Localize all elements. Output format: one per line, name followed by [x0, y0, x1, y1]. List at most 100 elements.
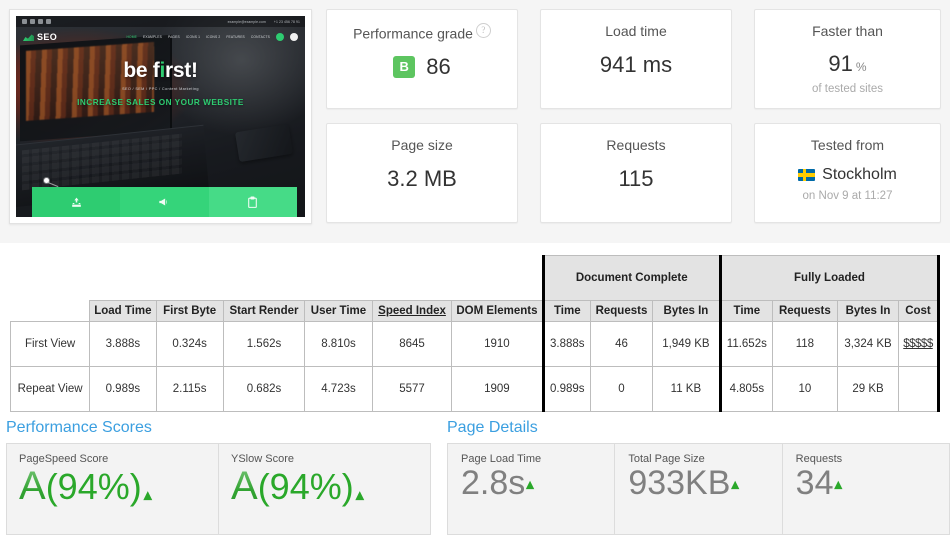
- card-requests-value: 115: [618, 166, 654, 191]
- card-tested-from-title: Tested from: [810, 137, 885, 153]
- chart-arrow-logo-icon: [23, 32, 34, 42]
- hero-subtitle: SEO / SEM / PPC / Content Marketing: [122, 87, 199, 91]
- thumbnail-nav-items: HOME EXAMPLES PAGES ICONS 1 ICONS 2 FEAT…: [127, 33, 298, 41]
- card-tested-from: Tested from Stockholm on Nov 9 at 11:27: [754, 123, 941, 223]
- thumbnail-feature-panels: [32, 187, 297, 217]
- cell-first-view-first-byte: 0.324s: [155, 320, 224, 367]
- cell-repeat-view-cost: [897, 365, 941, 412]
- cell-first-view-cost[interactable]: $$$$$: [897, 320, 941, 367]
- speed-test-report: example@example.com +1 23 456 78 91 SEO …: [0, 0, 950, 550]
- tested-from-location: Stockholm: [755, 166, 940, 184]
- caret-up-icon[interactable]: ▴: [144, 485, 152, 505]
- page-details-requests-value: 34▴: [796, 462, 949, 506]
- cell-first-view-user-time: 8.810s: [304, 320, 373, 367]
- hero-accent-dot: i: [159, 59, 166, 82]
- tested-from-city: Stockholm: [822, 166, 897, 183]
- col-fl-bytes-in[interactable]: Bytes In: [837, 299, 899, 322]
- page-load-time-cell[interactable]: Page Load Time 2.8s▴: [448, 444, 614, 534]
- card-page-size-title: Page size: [391, 137, 453, 153]
- results-table: Document Complete Fully Loaded Load Time…: [9, 255, 941, 412]
- feature-panel-3: [208, 187, 297, 217]
- col-user-time[interactable]: User Time: [304, 299, 373, 322]
- caret-up-icon[interactable]: ▴: [834, 476, 842, 493]
- col-load-time[interactable]: Load Time: [89, 299, 157, 322]
- page-details-requests-cell[interactable]: Requests 34▴: [781, 444, 949, 534]
- group-header-document-complete: Document Complete: [541, 255, 721, 301]
- total-page-size-number: 933KB: [628, 464, 731, 502]
- col-cost[interactable]: Cost: [897, 299, 941, 322]
- total-page-size-cell[interactable]: Total Page Size 933KB▴: [614, 444, 781, 534]
- nav-item-features: FEATURES: [226, 35, 245, 39]
- card-load-time-value: 941 ms: [599, 52, 673, 77]
- col-speed-index[interactable]: Speed Index: [371, 299, 453, 322]
- cell-first-view-start-render: 1.562s: [222, 320, 306, 367]
- col-fl-requests[interactable]: Requests: [771, 299, 839, 322]
- hero-cta-text: INCREASE SALES ON YOUR WEBSITE: [77, 98, 244, 107]
- col-dom-elements[interactable]: DOM Elements: [451, 299, 544, 322]
- nav-item-pages: PAGES: [167, 35, 180, 39]
- cell-repeat-view-user-time: 4.723s: [304, 365, 373, 412]
- row-label-repeat-view: Repeat View: [9, 365, 91, 412]
- status-badge: B: [393, 55, 416, 78]
- col-fl-time[interactable]: Time: [718, 299, 773, 322]
- card-performance-grade: Performance grade? B 86: [326, 9, 518, 109]
- site-screenshot-thumbnail[interactable]: example@example.com +1 23 456 78 91 SEO …: [9, 9, 312, 224]
- cell-repeat-view-load-time: 0.989s: [89, 365, 157, 412]
- card-load-time-title: Load time: [605, 23, 667, 39]
- table-row: First View 3.888s 0.324s 1.562s 8.810s 8…: [9, 320, 941, 367]
- cell-repeat-view-speed-index: 5577: [371, 365, 453, 412]
- table-row: Repeat View 0.989s 2.115s 0.682s 4.723s …: [9, 365, 941, 412]
- col-first-byte[interactable]: First Byte: [155, 299, 224, 322]
- linkedin-icon: [38, 19, 43, 24]
- col-dc-bytes-in[interactable]: Bytes In: [651, 299, 721, 322]
- summary-panel: example@example.com +1 23 456 78 91 SEO …: [0, 0, 950, 243]
- card-load-time: Load time 941 ms: [540, 9, 732, 109]
- yslow-score-value: A(94%) ▴: [231, 463, 430, 510]
- caret-up-icon[interactable]: ▴: [356, 485, 364, 505]
- cell-repeat-view-fl-time: 4.805s: [718, 365, 773, 412]
- pagespeed-grade-letter: A: [19, 464, 46, 508]
- social-icons: [22, 19, 51, 24]
- table-header-row: Load Time First Byte Start Render User T…: [11, 299, 941, 322]
- group-header-fully-loaded: Fully Loaded: [718, 255, 941, 301]
- thumbnail-topbar: example@example.com +1 23 456 78 91: [16, 16, 305, 27]
- slider-dot: [44, 178, 49, 183]
- nav-item-examples: EXAMPLES: [143, 35, 162, 39]
- page-load-time-number: 2.8s: [461, 464, 526, 502]
- facebook-icon: [22, 19, 27, 24]
- hero-heading: be first!: [123, 59, 198, 82]
- page-load-time-value: 2.8s▴: [461, 462, 614, 506]
- card-requests: Requests 115: [540, 123, 732, 223]
- caret-up-icon[interactable]: ▴: [526, 476, 534, 493]
- megaphone-icon: [159, 198, 168, 206]
- page-details-requests-number: 34: [795, 464, 834, 502]
- cost-link[interactable]: $$$$$: [903, 338, 933, 350]
- faster-than-note: of tested sites: [812, 83, 883, 95]
- page-details-title: Page Details: [447, 419, 538, 436]
- thumbnail-hero: be first! SEO / SEM / PPC / Content Mark…: [16, 60, 305, 107]
- performance-scores-panel: PageSpeed Score A(94%) ▴ YSlow Score A(94…: [6, 443, 431, 535]
- cell-repeat-view-first-byte: 2.115s: [155, 365, 224, 412]
- cell-first-view-dc-time: 3.888s: [541, 320, 592, 367]
- clipboard-icon: [248, 196, 258, 208]
- cell-first-view-speed-index: 8645: [371, 320, 453, 367]
- cell-repeat-view-fl-requests: 10: [771, 365, 839, 412]
- group-header-spacer: [11, 256, 544, 301]
- download-icon: [71, 197, 81, 207]
- yslow-score-cell[interactable]: YSlow Score A(94%) ▴: [218, 444, 430, 534]
- results-table-wrapper: Document Complete Fully Loaded Load Time…: [9, 255, 941, 412]
- cell-repeat-view-dc-bytes-in: 11 KB: [651, 365, 721, 412]
- col-dc-requests[interactable]: Requests: [590, 299, 653, 322]
- cell-repeat-view-dom-elements: 1909: [451, 365, 544, 412]
- performance-grade-value-row: B 86: [327, 54, 517, 80]
- topbar-email: example@example.com: [227, 19, 266, 24]
- col-start-render[interactable]: Start Render: [222, 299, 306, 322]
- caret-up-icon[interactable]: ▴: [731, 476, 739, 493]
- question-mark-icon[interactable]: ?: [475, 23, 491, 38]
- card-page-size-value: 3.2 MB: [387, 166, 457, 191]
- cart-icon: [290, 33, 298, 41]
- pagespeed-score-cell[interactable]: PageSpeed Score A(94%) ▴: [7, 444, 218, 534]
- cell-first-view-fl-bytes-in: 3,324 KB: [837, 320, 899, 367]
- col-dc-time[interactable]: Time: [541, 299, 592, 322]
- cell-first-view-dc-bytes-in: 1,949 KB: [651, 320, 721, 367]
